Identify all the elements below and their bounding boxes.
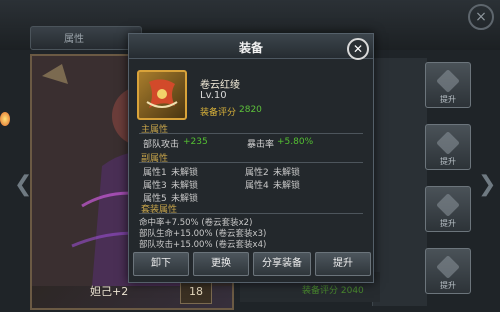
dialog-title: 装备 <box>238 41 263 55</box>
character-level: 18 <box>180 280 212 304</box>
equipment-row-score: 装备评分 2040 <box>302 286 364 296</box>
sub-attr-value: 未解锁 <box>171 181 199 191</box>
item-score-value: 2820 <box>239 105 262 115</box>
sub-attr-label: 属性1 <box>143 168 167 178</box>
replace-button[interactable]: 更换 <box>193 252 249 276</box>
share-equipment-button[interactable]: 分享装备 <box>253 252 311 276</box>
main-attr-label: 暴击率 <box>247 140 275 150</box>
divider <box>139 162 363 163</box>
slot-upgrade-label: 提升 <box>440 219 456 228</box>
slot-icon <box>436 193 460 217</box>
equipment-slot[interactable]: 提升 <box>425 62 471 108</box>
equipment-slot[interactable]: 提升 <box>425 248 471 294</box>
sub-attr-label: 属性3 <box>143 181 167 191</box>
main-attr-value: +235 <box>183 137 208 147</box>
equipment-slot[interactable]: 提升 <box>425 186 471 232</box>
upgrade-button[interactable]: 提升 <box>315 252 371 276</box>
equipment-list-strip <box>372 58 427 306</box>
sub-attr-label: 属性2 <box>245 168 269 178</box>
slot-icon <box>436 255 460 279</box>
equipment-icon <box>137 70 187 120</box>
tab-attributes[interactable] <box>30 26 142 50</box>
dialog-header: 装备 ✕ <box>129 34 373 60</box>
slot-upgrade-label: 提升 <box>440 95 456 104</box>
sub-attr-value: 未解锁 <box>171 168 199 178</box>
item-score-label: 装备评分 <box>200 108 237 118</box>
tab-attributes-label: 属性 <box>64 34 84 45</box>
slot-upgrade-label: 提升 <box>440 281 456 290</box>
slot-icon <box>436 69 460 93</box>
item-name: 卷云红绫 <box>200 80 240 91</box>
equipment-slot[interactable]: 提升 <box>425 124 471 170</box>
divider <box>139 133 363 134</box>
equipment-dialog: 装备 ✕ 卷云红绫 Lv.10 装备评分 2820 主属性 部队攻击 +235 … <box>128 33 374 283</box>
gem-icon <box>0 112 10 126</box>
slot-icon <box>436 131 460 155</box>
unequip-button[interactable]: 卸下 <box>133 252 189 276</box>
slot-upgrade-label: 提升 <box>440 157 456 166</box>
set-attr-line: 部队攻击+15.00% (卷云套装x4) <box>139 240 267 250</box>
main-attr-label: 部队攻击 <box>143 140 180 150</box>
main-attr-value: +5.80% <box>277 137 314 147</box>
close-icon[interactable]: ✕ <box>347 38 369 60</box>
sub-attr-value: 未解锁 <box>273 168 301 178</box>
chevron-right-icon[interactable]: ❯ <box>478 172 496 197</box>
sub-attr-label: 属性4 <box>245 181 269 191</box>
close-icon[interactable]: × <box>468 4 494 30</box>
character-name: 妲己+2 <box>90 285 129 298</box>
item-level: Lv.10 <box>200 90 227 101</box>
sub-attr-value: 未解锁 <box>273 181 301 191</box>
divider <box>139 213 363 214</box>
